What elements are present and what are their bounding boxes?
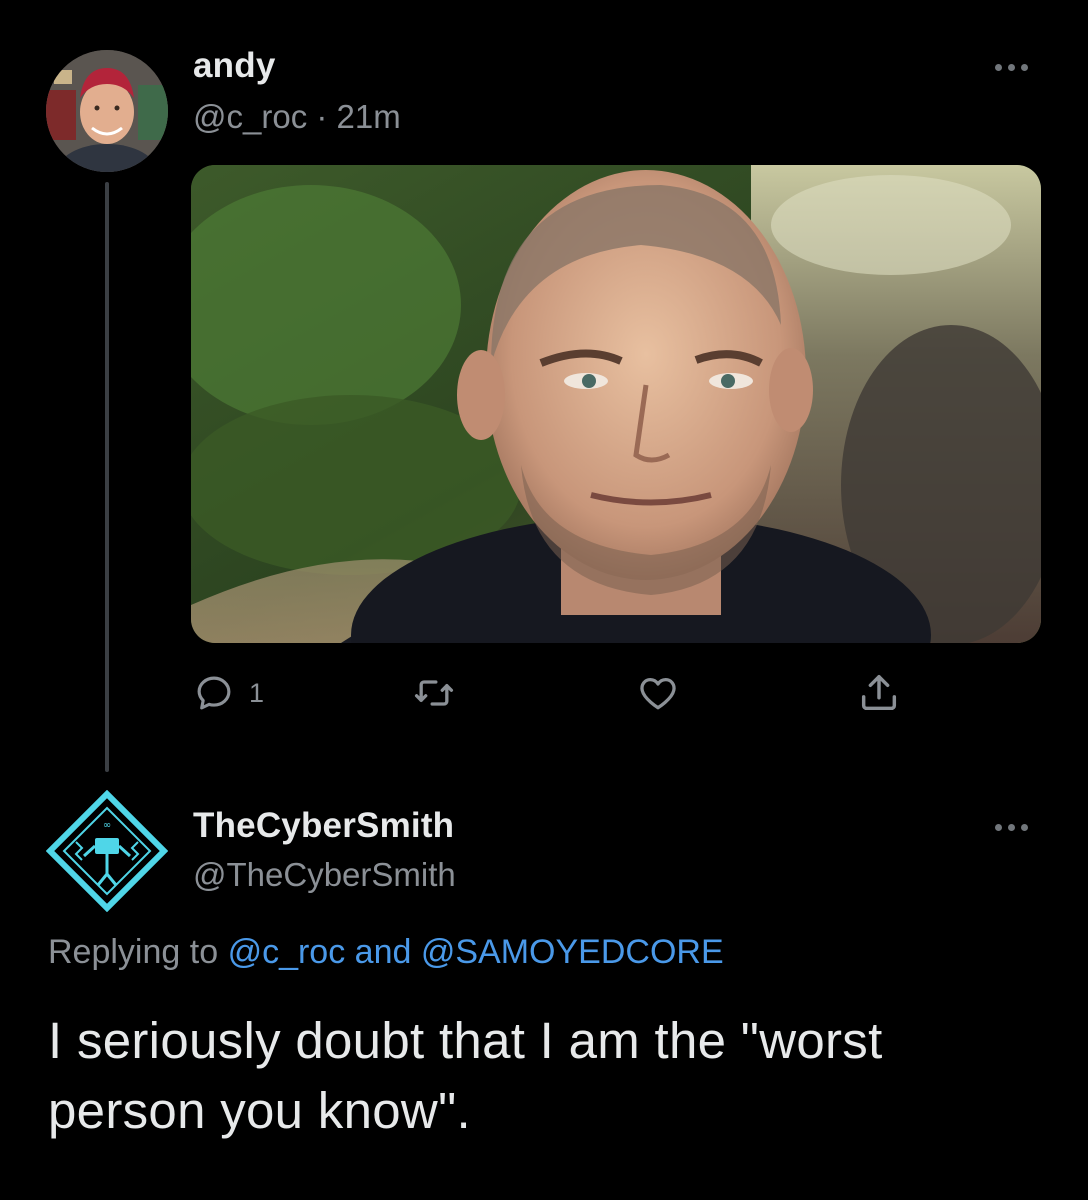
share-button[interactable] — [856, 668, 902, 718]
heart-icon — [640, 677, 676, 710]
reply-count: 1 — [249, 677, 265, 708]
replying-prefix: Replying to — [48, 933, 219, 971]
display-name[interactable]: andy — [193, 46, 276, 86]
timestamp[interactable]: 21m — [337, 98, 401, 135]
tweet-actions: 1 — [0, 668, 1088, 718]
mention-c-roc[interactable]: @c_roc — [228, 933, 346, 971]
svg-text:∞: ∞ — [103, 820, 111, 831]
reply-icon — [197, 676, 231, 710]
handle-and-time: @c_roc · 21m — [193, 98, 401, 136]
handle[interactable]: @c_roc — [193, 98, 307, 135]
tweet-photo[interactable] — [191, 165, 1041, 643]
more-options-icon[interactable] — [995, 64, 1028, 71]
replying-to: Replying to @c_roc and @SAMOYEDCORE — [48, 933, 724, 972]
separator: · — [307, 98, 337, 135]
mention-samoyedcore[interactable]: @SAMOYEDCORE — [421, 933, 724, 971]
retweet-button[interactable] — [410, 668, 458, 718]
avatar[interactable]: ∞ — [45, 789, 169, 913]
display-name[interactable]: TheCyberSmith — [193, 806, 454, 846]
like-button[interactable] — [634, 668, 682, 718]
tweet-text: I seriously doubt that I am the "worst p… — [48, 1012, 883, 1139]
mention-connector: and — [354, 933, 412, 971]
retweet-icon — [414, 680, 454, 706]
reply-button[interactable]: 1 — [193, 668, 264, 718]
avatar[interactable] — [46, 50, 168, 172]
more-options-icon[interactable] — [995, 824, 1028, 831]
handle[interactable]: @TheCyberSmith — [193, 856, 456, 894]
share-icon — [861, 674, 897, 711]
